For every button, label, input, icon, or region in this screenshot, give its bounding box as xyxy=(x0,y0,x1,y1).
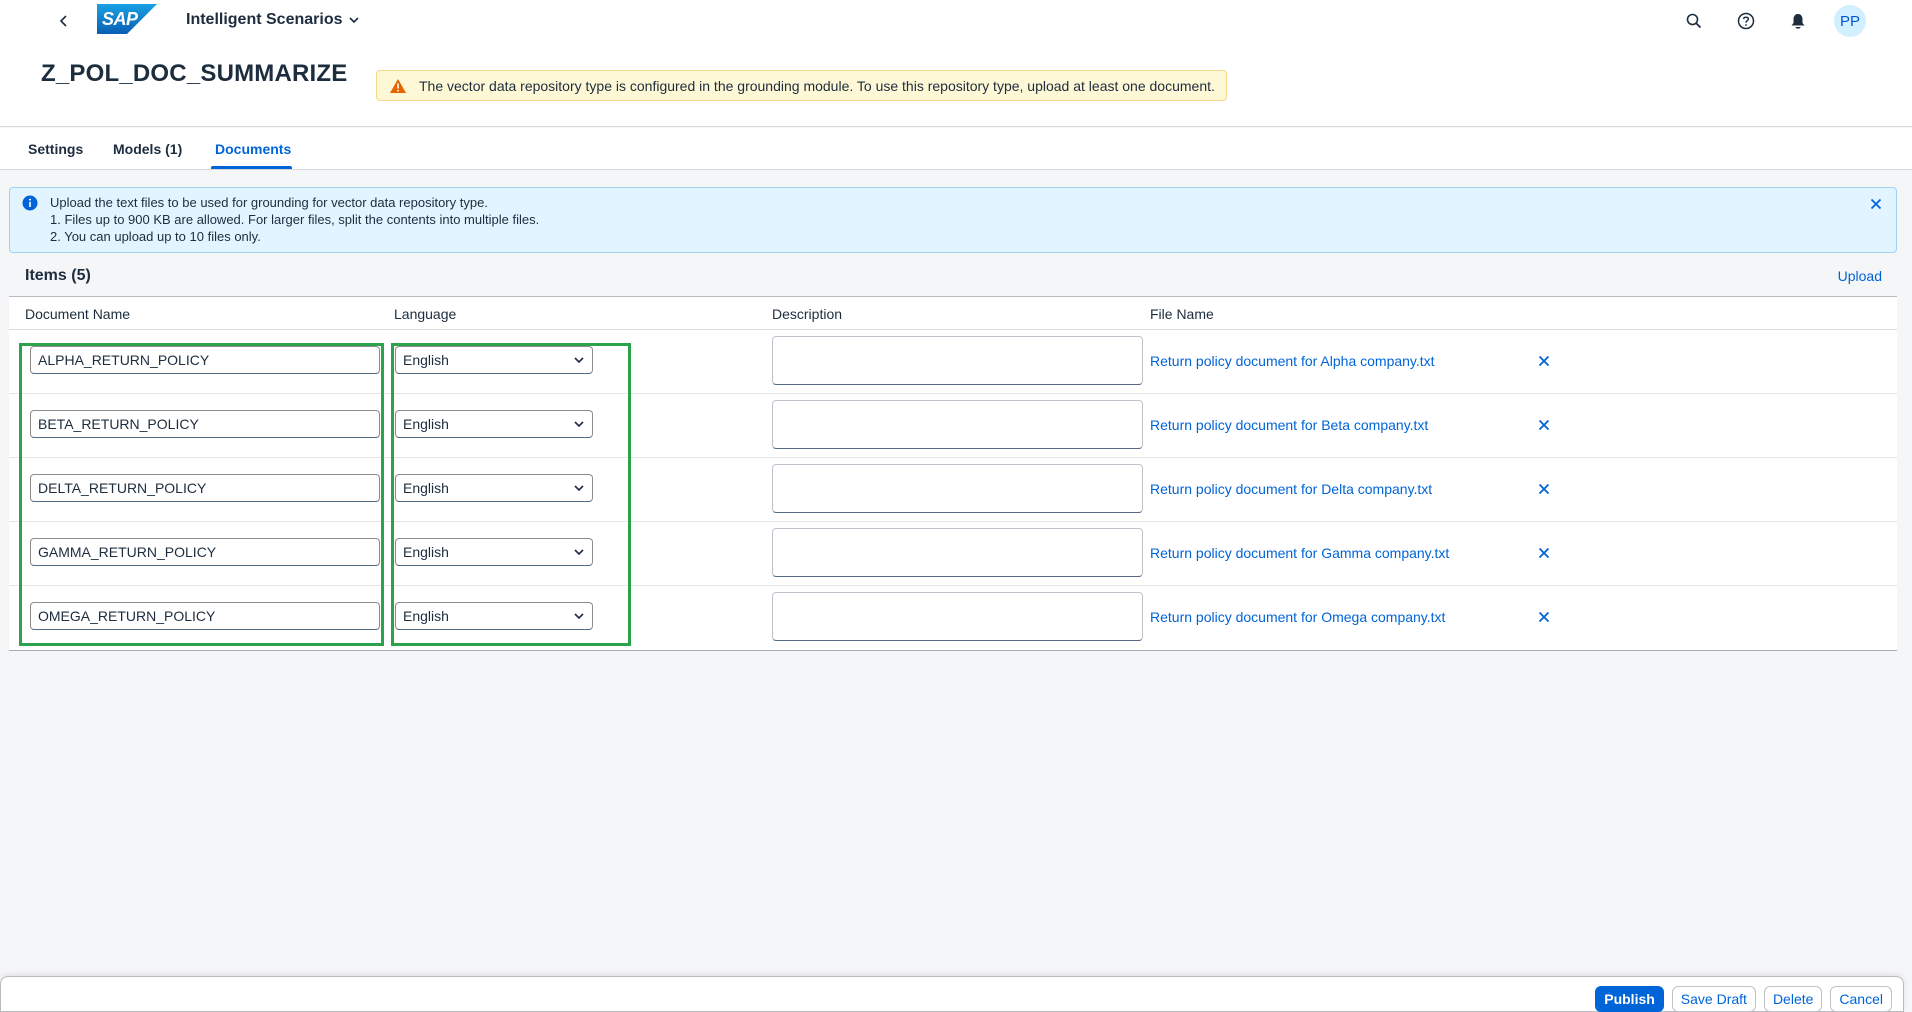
app-title: Intelligent Scenarios xyxy=(186,11,343,28)
bell-icon xyxy=(1791,14,1805,29)
info-message-strip: Upload the text files to be used for gro… xyxy=(9,187,1897,253)
save-draft-button[interactable]: Save Draft xyxy=(1671,986,1756,1012)
tab-models[interactable]: Models (1) xyxy=(113,141,182,157)
logo-text: SAP xyxy=(102,9,138,29)
upload-button[interactable]: Upload xyxy=(1838,268,1882,284)
info-line-2: 1. Files up to 900 KB are allowed. For l… xyxy=(50,212,540,227)
search-icon xyxy=(1686,13,1702,29)
help-icon xyxy=(1737,12,1755,30)
items-title: Items (5) xyxy=(25,267,91,284)
help-button[interactable] xyxy=(1730,5,1762,37)
highlight-box-languages xyxy=(391,343,631,646)
delete-row-button[interactable] xyxy=(1533,350,1555,372)
file-name-link[interactable]: Return policy document for Gamma company… xyxy=(1150,545,1449,561)
footer-toolbar: Publish Save Draft Delete Cancel xyxy=(0,976,1904,1012)
highlight-box-document-names xyxy=(19,343,384,646)
delete-button[interactable]: Delete xyxy=(1763,986,1823,1012)
info-line-3: 2. You can upload up to 10 files only. xyxy=(50,229,261,244)
delete-row-button[interactable] xyxy=(1533,542,1555,564)
delete-row-button[interactable] xyxy=(1533,606,1555,628)
publish-button[interactable]: Publish xyxy=(1595,986,1664,1012)
file-name-link[interactable]: Return policy document for Omega company… xyxy=(1150,609,1445,625)
close-icon xyxy=(1538,419,1550,431)
object-header: Z_POL_DOC_SUMMARIZE The vector data repo… xyxy=(0,42,1912,127)
close-icon xyxy=(1538,355,1550,367)
info-icon xyxy=(22,195,38,214)
tab-bar: Settings Models (1) Documents xyxy=(0,128,1912,170)
back-button[interactable] xyxy=(52,9,76,33)
close-icon xyxy=(1538,483,1550,495)
table-toolbar: Items (5) Upload xyxy=(9,262,1897,296)
search-button[interactable] xyxy=(1678,5,1710,37)
warning-message-strip: The vector data repository type is confi… xyxy=(376,70,1227,101)
description-textarea[interactable] xyxy=(772,464,1143,513)
file-name-link[interactable]: Return policy document for Beta company.… xyxy=(1150,417,1428,433)
page-title: Z_POL_DOC_SUMMARIZE xyxy=(41,60,348,87)
delete-row-button[interactable] xyxy=(1533,414,1555,436)
description-textarea[interactable] xyxy=(772,528,1143,577)
description-textarea[interactable] xyxy=(772,336,1143,385)
description-textarea[interactable] xyxy=(772,400,1143,449)
info-close-button[interactable] xyxy=(1866,194,1886,214)
close-icon xyxy=(1538,611,1550,623)
chevron-down-icon xyxy=(349,17,360,24)
shell-bar: SAP Intelligent Scenarios PP xyxy=(0,0,1912,42)
file-name-link[interactable]: Return policy document for Delta company… xyxy=(1150,481,1432,497)
warning-icon xyxy=(389,78,407,94)
tab-settings[interactable]: Settings xyxy=(28,141,83,157)
app-title-menu[interactable]: Intelligent Scenarios xyxy=(186,11,360,29)
sap-logo[interactable]: SAP xyxy=(97,4,157,34)
info-line-1: Upload the text files to be used for gro… xyxy=(50,195,488,210)
column-header-description: Description xyxy=(772,306,843,322)
chevron-left-icon xyxy=(59,15,67,27)
tab-documents[interactable]: Documents xyxy=(215,141,291,157)
user-avatar[interactable]: PP xyxy=(1834,5,1866,37)
close-icon xyxy=(1870,198,1882,210)
column-header-document-name: Document Name xyxy=(25,306,131,322)
delete-row-button[interactable] xyxy=(1533,478,1555,500)
file-name-link[interactable]: Return policy document for Alpha company… xyxy=(1150,353,1435,369)
description-textarea[interactable] xyxy=(772,592,1143,641)
active-tab-indicator xyxy=(211,166,292,169)
notifications-button[interactable] xyxy=(1782,5,1814,37)
column-header-file-name: File Name xyxy=(1150,306,1214,322)
close-icon xyxy=(1538,547,1550,559)
warning-text: The vector data repository type is confi… xyxy=(419,77,1215,94)
table-header: Document Name Language Description File … xyxy=(9,297,1897,330)
cancel-button[interactable]: Cancel xyxy=(1830,986,1892,1012)
column-header-language: Language xyxy=(394,306,457,322)
